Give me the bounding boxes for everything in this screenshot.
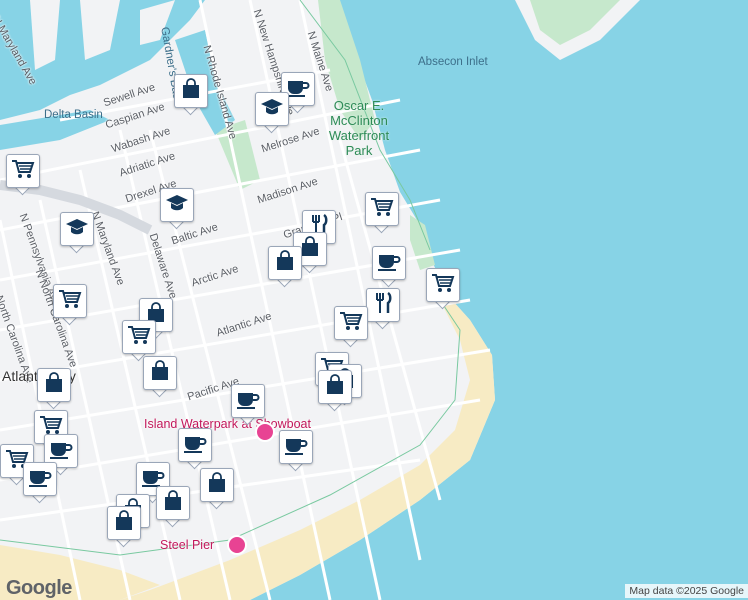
map-marker-coffee-cup[interactable] bbox=[279, 430, 313, 472]
shopping-bag-icon bbox=[299, 235, 321, 263]
map-marker-grocery-cart[interactable] bbox=[365, 192, 399, 234]
water-label-absecon: Absecon Inlet bbox=[418, 56, 488, 68]
poi-label-steel-pier[interactable]: Steel Pier bbox=[160, 538, 214, 553]
coffee-cup-icon bbox=[183, 432, 207, 459]
google-logo: Google bbox=[6, 577, 72, 599]
coffee-cup-icon bbox=[236, 388, 260, 415]
coffee-cup-icon bbox=[49, 438, 73, 465]
map-marker-grocery-cart[interactable] bbox=[122, 320, 156, 362]
coffee-cup-icon bbox=[286, 76, 310, 103]
shopping-bag-icon bbox=[324, 373, 346, 401]
graduation-cap-icon bbox=[260, 96, 284, 123]
grocery-cart-icon bbox=[370, 196, 394, 223]
map-marker-shopping-bag[interactable] bbox=[107, 506, 141, 548]
map-marker-grocery-cart[interactable] bbox=[334, 306, 368, 348]
map-marker-shopping-bag[interactable] bbox=[174, 74, 208, 116]
shopping-bag-icon bbox=[113, 509, 135, 537]
park-label: Oscar E. McClinton Waterfront Park bbox=[328, 98, 390, 158]
shopping-bag-icon bbox=[149, 359, 171, 387]
map-marker-shopping-bag[interactable] bbox=[37, 368, 71, 410]
map-marker-coffee-cup[interactable] bbox=[372, 246, 406, 288]
shopping-bag-icon bbox=[206, 471, 228, 499]
shopping-bag-icon bbox=[162, 489, 184, 517]
shopping-bag-icon bbox=[180, 77, 202, 105]
water-label-delta: Delta Basin bbox=[44, 109, 103, 121]
map-marker-shopping-bag[interactable] bbox=[143, 356, 177, 398]
shopping-bag-icon bbox=[274, 249, 296, 277]
coffee-cup-icon bbox=[377, 250, 401, 277]
map-marker-grocery-cart[interactable] bbox=[6, 154, 40, 196]
map-marker-restaurant[interactable] bbox=[366, 288, 400, 330]
map-marker-coffee-cup[interactable] bbox=[231, 384, 265, 426]
attraction-pin-icon[interactable] bbox=[227, 535, 247, 555]
map-marker-graduation-cap[interactable] bbox=[160, 188, 194, 230]
grocery-cart-icon bbox=[431, 272, 455, 299]
restaurant-icon bbox=[372, 291, 394, 320]
coffee-cup-icon bbox=[28, 466, 52, 493]
map-marker-coffee-cup[interactable] bbox=[178, 428, 212, 470]
grocery-cart-icon bbox=[11, 158, 35, 185]
shopping-bag-icon bbox=[43, 371, 65, 399]
map-marker-shopping-bag[interactable] bbox=[156, 486, 190, 528]
map-marker-graduation-cap[interactable] bbox=[60, 212, 94, 254]
map-marker-coffee-cup[interactable] bbox=[23, 462, 57, 504]
grocery-cart-icon bbox=[339, 310, 363, 337]
map-marker-shopping-bag[interactable] bbox=[318, 370, 352, 412]
graduation-cap-icon bbox=[65, 216, 89, 243]
map-marker-shopping-bag[interactable] bbox=[200, 468, 234, 510]
coffee-cup-icon bbox=[284, 434, 308, 461]
map-marker-grocery-cart[interactable] bbox=[426, 268, 460, 310]
attraction-pin-icon[interactable] bbox=[255, 422, 275, 442]
map-canvas[interactable]: Absecon Inlet Delta Basin Gardner's Basi… bbox=[0, 0, 748, 600]
map-marker-grocery-cart[interactable] bbox=[53, 284, 87, 326]
grocery-cart-icon bbox=[58, 288, 82, 315]
map-marker-shopping-bag[interactable] bbox=[268, 246, 302, 288]
map-marker-graduation-cap[interactable] bbox=[255, 92, 289, 134]
map-attribution[interactable]: Map data ©2025 Google bbox=[625, 584, 748, 598]
grocery-cart-icon bbox=[127, 324, 151, 351]
graduation-cap-icon bbox=[165, 192, 189, 219]
